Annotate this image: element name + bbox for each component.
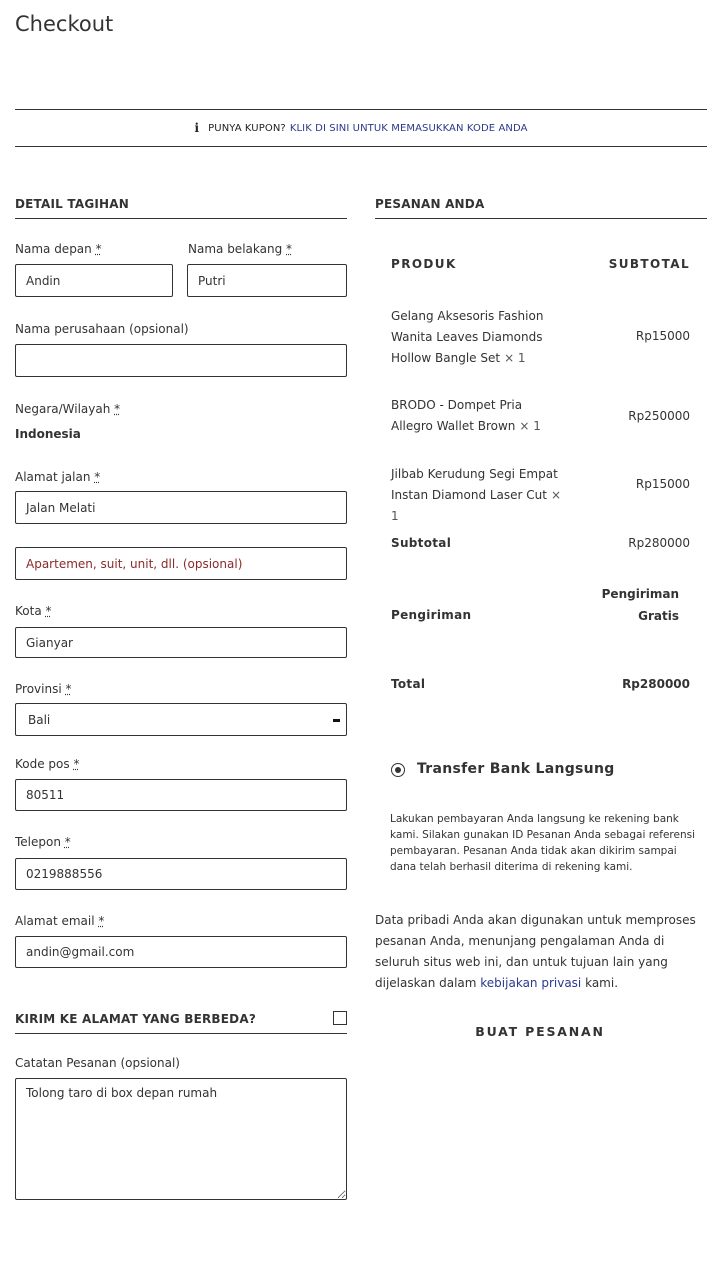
payment-radio[interactable] xyxy=(391,763,405,777)
shipping-value: Pengiriman Gratis xyxy=(601,587,679,623)
phone-field[interactable]: 0219888556 xyxy=(15,858,347,890)
company-field[interactable] xyxy=(15,344,347,377)
first-name-field[interactable]: Andin xyxy=(15,264,173,297)
order-item-price: Rp250000 xyxy=(628,409,690,423)
postcode-field[interactable]: 80511 xyxy=(15,779,347,811)
street-field[interactable]: Jalan Melati xyxy=(15,491,347,524)
column-product: PRODUK xyxy=(391,257,457,271)
order-item-name: Jilbab Kerudung Segi Empat Instan Diamon… xyxy=(391,467,562,523)
ship-different-checkbox[interactable] xyxy=(333,1011,347,1025)
last-name-label: Nama belakang * xyxy=(188,242,293,256)
province-value: Bali xyxy=(28,712,51,727)
country-label: Negara/Wilayah * xyxy=(15,402,121,416)
payment-description: Lakukan pembayaran Anda langsung ke reke… xyxy=(390,813,696,873)
info-icon: i xyxy=(194,121,200,135)
coupon-link[interactable]: KLIK DI SINI UNTUK MEMASUKKAN KODE ANDA xyxy=(290,123,528,134)
apartment-field[interactable]: Apartemen, suit, unit, dll. (opsional) xyxy=(15,547,347,580)
subtotal-label: Subtotal xyxy=(391,536,452,550)
order-heading: PESANAN ANDA xyxy=(375,197,707,219)
email-label: Alamat email * xyxy=(15,914,105,928)
page-title: Checkout xyxy=(15,12,114,36)
city-field[interactable]: Gianyar xyxy=(15,627,347,658)
order-item-name: Gelang Aksesoris Fashion Wanita Leaves D… xyxy=(391,309,544,365)
total-label: Total xyxy=(391,677,426,691)
country-value: Indonesia xyxy=(15,427,81,441)
order-item-price: Rp15000 xyxy=(635,329,690,343)
street-label: Alamat jalan * xyxy=(15,470,101,484)
city-label: Kota * xyxy=(15,604,52,618)
coupon-question: PUNYA KUPON? xyxy=(208,122,286,134)
subtotal-value: Rp280000 xyxy=(628,536,690,550)
place-order-button[interactable]: BUAT PESANAN xyxy=(440,1018,640,1044)
last-name-field[interactable]: Putri xyxy=(187,264,347,297)
company-label: Nama perusahaan (opsional) xyxy=(15,322,189,336)
phone-label: Telepon * xyxy=(15,835,71,849)
order-item-price: Rp15000 xyxy=(635,477,690,491)
province-label: Provinsi * xyxy=(15,682,72,696)
select-caret-icon xyxy=(333,719,340,722)
coupon-notice: i PUNYA KUPON? KLIK DI SINI UNTUK MEMASU… xyxy=(15,109,707,147)
order-item-name: BRODO - Dompet Pria Allegro Wallet Brown… xyxy=(391,398,541,433)
notes-label: Catatan Pesanan (opsional) xyxy=(15,1056,180,1070)
email-field[interactable]: andin@gmail.com xyxy=(15,936,347,968)
ship-different-heading: KIRIM KE ALAMAT YANG BERBEDA? xyxy=(15,1012,347,1034)
first-name-label: Nama depan * xyxy=(15,242,102,256)
order-notes-field[interactable]: Tolong taro di box depan rumah xyxy=(15,1078,347,1200)
privacy-policy-link[interactable]: kebijakan privasi xyxy=(480,976,581,990)
column-subtotal: SUBTOTAL xyxy=(608,257,690,271)
payment-method-label[interactable]: Transfer Bank Langsung xyxy=(417,761,615,777)
province-select[interactable]: Bali xyxy=(15,703,347,736)
shipping-label: Pengiriman xyxy=(391,608,472,622)
postcode-label: Kode pos * xyxy=(15,757,80,771)
billing-heading: DETAIL TAGIHAN xyxy=(15,197,347,219)
total-value: Rp280000 xyxy=(622,677,690,691)
privacy-notice: Data pribadi Anda akan digunakan untuk m… xyxy=(375,913,696,990)
